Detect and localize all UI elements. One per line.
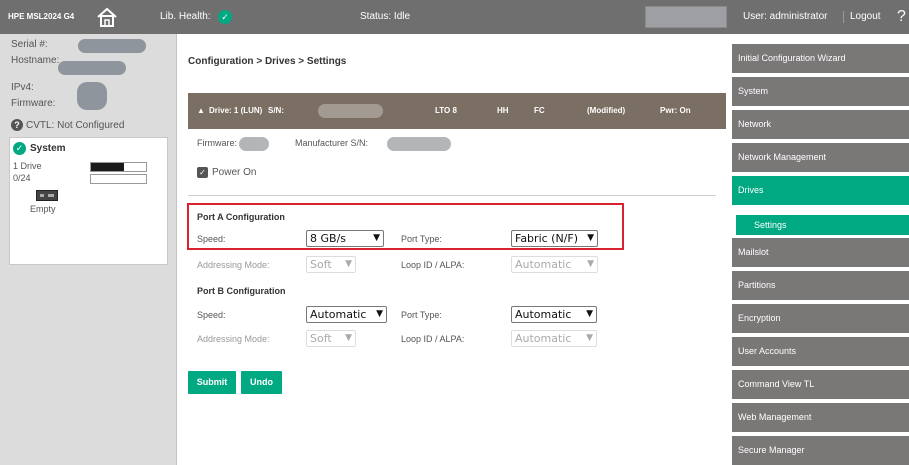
nav-item-drives-settings[interactable]: Settings: [736, 215, 909, 235]
chevron-down-icon: ▼: [587, 259, 594, 269]
port-a-highlight-box: [187, 203, 624, 250]
hostname-label: Hostname:: [11, 55, 60, 66]
port-b-addressing-label: Addressing Mode:: [197, 334, 270, 344]
home-icon[interactable]: [96, 6, 118, 28]
system-title-text: System: [30, 143, 66, 154]
port-a-addressing-value: Soft: [310, 258, 332, 271]
power-on-label: Power On: [212, 167, 257, 178]
port-b-title: Port B Configuration: [197, 286, 286, 296]
cvtl-label: CVTL: Not Configured: [26, 119, 125, 131]
help-icon[interactable]: ?: [897, 0, 906, 34]
serial-label: Serial #:: [11, 39, 48, 50]
port-b-addressing-select[interactable]: Soft ▼: [306, 330, 356, 347]
library-health-label: Lib. Health:: [160, 11, 211, 22]
chevron-down-icon: ▼: [376, 309, 383, 319]
port-b-speed-value: Automatic: [310, 308, 367, 321]
drive-header-bar[interactable]: ▲ Drive: 1 (LUN) S/N: LTO 8 HH FC (Modif…: [188, 93, 726, 129]
system-title: ✓ System: [13, 142, 66, 155]
redacted-serial: [78, 39, 146, 53]
collapse-arrow-icon[interactable]: ▲: [197, 93, 205, 129]
port-a-addressing-label: Addressing Mode:: [197, 260, 270, 270]
nav-item-initial-configuration-wizard[interactable]: Initial Configuration Wizard: [732, 44, 909, 73]
undo-button[interactable]: Undo: [241, 371, 282, 394]
nav-item-user-accounts[interactable]: User Accounts: [732, 337, 909, 366]
tape-drive-icon: [36, 190, 58, 201]
divider: [188, 195, 716, 196]
drive-name: Drive: 1 (LUN): [209, 106, 263, 115]
slot-usage-bar: [90, 174, 147, 184]
port-a-loop-label: Loop ID / ALPA:: [401, 260, 465, 270]
right-navigation: Initial Configuration Wizard System Netw…: [727, 34, 909, 465]
port-b-speed-label: Speed:: [197, 310, 226, 320]
checkbox-checked-icon[interactable]: ✓: [197, 167, 208, 178]
nav-item-web-management[interactable]: Web Management: [732, 403, 909, 432]
firmware-label: Firmware:: [11, 98, 56, 109]
redacted-field: [645, 6, 727, 28]
port-b-type-select[interactable]: Automatic ▼: [511, 306, 597, 323]
nav-item-partitions[interactable]: Partitions: [732, 271, 909, 300]
breadcrumb: Configuration > Drives > Settings: [188, 56, 347, 67]
nav-item-encryption[interactable]: Encryption: [732, 304, 909, 333]
chevron-down-icon: ▼: [345, 259, 352, 269]
nav-item-secure-manager[interactable]: Secure Manager: [732, 436, 909, 465]
divider: [843, 11, 844, 23]
nav-item-network[interactable]: Network: [732, 110, 909, 139]
port-b-addressing-value: Soft: [310, 332, 332, 345]
top-bar: HPE MSL2024 G4 Lib. Health: ✓ Status: Id…: [0, 0, 909, 34]
chevron-down-icon: ▼: [586, 333, 593, 343]
drive-usage-fill: [91, 163, 124, 171]
drive-interface: FC: [534, 106, 545, 115]
nav-item-network-management[interactable]: Network Management: [732, 143, 909, 172]
ipv4-label: IPv4:: [11, 82, 34, 93]
power-on-checkbox[interactable]: ✓ Power On: [197, 167, 256, 178]
nav-item-drives[interactable]: Drives: [732, 176, 909, 205]
redacted-hostname: [58, 61, 126, 75]
redacted-manufacturer-sn: [387, 137, 451, 151]
drive-form-factor: HH: [497, 106, 509, 115]
redacted-drive-sn: [318, 104, 383, 118]
status-value: Idle: [393, 11, 411, 22]
drive-power: Pwr: On: [660, 106, 691, 115]
drive-usage-bar: [90, 162, 147, 172]
logout-link[interactable]: Logout: [850, 0, 881, 34]
current-user: User: administrator: [743, 11, 828, 22]
port-a-addressing-select[interactable]: Soft ▼: [306, 256, 356, 273]
port-b-loop-label: Loop ID / ALPA:: [401, 334, 465, 344]
drive-type: LTO 8: [435, 106, 457, 115]
drive-modified: (Modified): [587, 106, 626, 115]
status-indicator: Status: Idle: [360, 11, 411, 22]
nav-item-system[interactable]: System: [732, 77, 909, 106]
cvtl-status: ? CVTL: Not Configured: [11, 119, 124, 131]
port-a-loop-select[interactable]: Automatic ▼: [511, 256, 598, 273]
drive-empty-label: Empty: [30, 204, 56, 214]
submit-button[interactable]: Submit: [188, 371, 236, 394]
library-info-panel: Serial #: Hostname: IPv4: Firmware: ? CV…: [0, 34, 177, 465]
question-icon: ?: [11, 119, 23, 131]
nav-item-command-view-tl[interactable]: Command View TL: [732, 370, 909, 399]
check-icon: ✓: [13, 142, 26, 155]
port-b-speed-select[interactable]: Automatic ▼: [306, 306, 387, 323]
port-b-type-label: Port Type:: [401, 310, 442, 320]
port-b-loop-select[interactable]: Automatic ▼: [511, 330, 597, 347]
main-content: Configuration > Drives > Settings ▲ Driv…: [178, 34, 727, 465]
firmware-label: Firmware:: [197, 138, 237, 148]
device-model: HPE MSL2024 G4: [8, 12, 75, 21]
drive-count: 1 Drive: [13, 161, 42, 171]
manufacturer-sn-label: Manufacturer S/N:: [295, 138, 369, 148]
drive-sn-label: S/N:: [268, 106, 284, 115]
chevron-down-icon: ▼: [586, 309, 593, 319]
redacted-firmware: [239, 137, 269, 151]
port-b-type-value: Automatic: [515, 308, 572, 321]
health-ok-icon: ✓: [218, 10, 232, 24]
slot-count: 0/24: [13, 173, 31, 183]
nav-item-mailslot[interactable]: Mailslot: [732, 238, 909, 267]
system-summary[interactable]: ✓ System 1 Drive 0/24 Empty: [9, 137, 168, 265]
chevron-down-icon: ▼: [345, 333, 352, 343]
port-b-loop-value: Automatic: [515, 332, 572, 345]
port-a-loop-value: Automatic: [515, 258, 572, 271]
redacted-ip-firmware: [77, 82, 107, 110]
